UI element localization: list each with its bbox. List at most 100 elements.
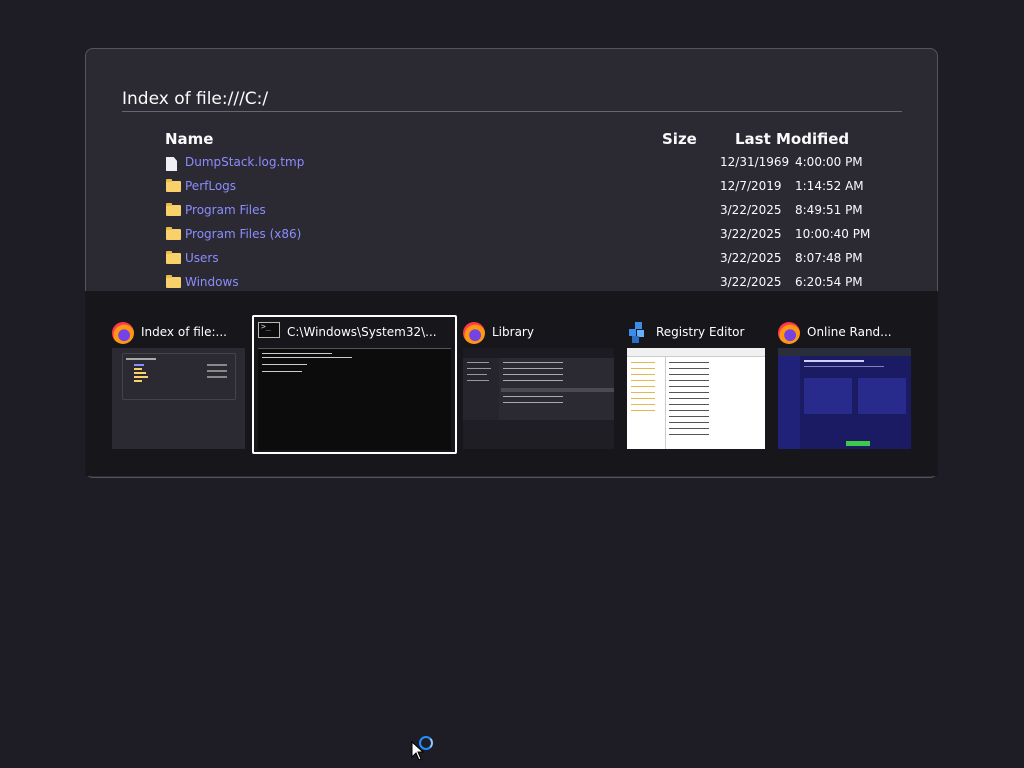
task-label: Index of file:... bbox=[141, 325, 227, 339]
thumbnail-line bbox=[467, 380, 489, 381]
thumbnail-line bbox=[467, 368, 491, 369]
folder-link[interactable]: Program Files bbox=[185, 203, 266, 217]
task-label: Library bbox=[492, 325, 534, 339]
thumbnail-line bbox=[503, 368, 563, 369]
thumbnail-line bbox=[669, 380, 709, 381]
thumbnail-menubar bbox=[627, 348, 765, 357]
thumbnail-line bbox=[631, 374, 655, 375]
firefox-icon bbox=[463, 322, 485, 344]
thumbnail-line bbox=[631, 398, 655, 399]
folder-link[interactable]: Users bbox=[185, 251, 219, 265]
thumbnail-details-pane bbox=[463, 420, 614, 449]
folder-link[interactable]: PerfLogs bbox=[185, 179, 236, 193]
thumbnail-line bbox=[503, 374, 563, 375]
firefox-icon bbox=[778, 322, 800, 344]
window-thumbnail[interactable] bbox=[778, 348, 911, 449]
registry-icon-block bbox=[629, 329, 636, 336]
thumbnail-line bbox=[669, 368, 709, 369]
thumbnail-line bbox=[207, 370, 227, 372]
row-date: 3/22/2025 bbox=[720, 203, 782, 217]
row-time: 10:00:40 PM bbox=[795, 227, 871, 241]
thumbnail-line bbox=[503, 396, 563, 397]
page-title: Index of file:///C:/ bbox=[122, 89, 269, 109]
thumbnail-line bbox=[669, 392, 709, 393]
desktop: Index of file:///C:/ Name Size Last Modi… bbox=[0, 0, 1024, 768]
thumbnail-line bbox=[503, 380, 563, 381]
row-time: 6:20:54 PM bbox=[795, 275, 863, 289]
folder-icon bbox=[166, 203, 181, 216]
folder-link[interactable]: Windows bbox=[185, 275, 239, 289]
row-time: 1:14:52 AM bbox=[795, 179, 864, 193]
thumbnail-line bbox=[669, 422, 709, 423]
folder-icon bbox=[166, 275, 181, 288]
thumbnail-panel bbox=[858, 378, 906, 414]
file-link[interactable]: DumpStack.log.tmp bbox=[185, 155, 304, 169]
thumbnail-toolbar bbox=[463, 348, 614, 358]
registry-editor-icon bbox=[627, 322, 649, 344]
row-date: 3/22/2025 bbox=[720, 275, 782, 289]
thumbnail-line bbox=[631, 368, 655, 369]
column-header-name[interactable]: Name bbox=[165, 130, 213, 148]
thumbnail-line bbox=[669, 434, 709, 435]
registry-icon-block bbox=[632, 336, 639, 343]
row-date: 12/31/1969 bbox=[720, 155, 790, 169]
firefox-icon bbox=[112, 322, 134, 344]
thumbnail-line bbox=[134, 380, 142, 382]
thumbnail-line bbox=[207, 364, 227, 366]
window-thumbnail[interactable] bbox=[112, 348, 245, 449]
thumbnail-line bbox=[669, 374, 709, 375]
table-row: Program Files (x86) 3/22/2025 10:00:40 P… bbox=[86, 223, 937, 247]
row-date: 12/7/2019 bbox=[720, 179, 782, 193]
thumbnail-button bbox=[846, 441, 870, 446]
thumbnail-sidebar bbox=[778, 356, 800, 449]
row-date: 3/22/2025 bbox=[720, 227, 782, 241]
table-row: Program Files 3/22/2025 8:49:51 PM bbox=[86, 199, 937, 223]
thumbnail-line bbox=[669, 362, 709, 363]
folder-icon bbox=[166, 227, 181, 240]
thumbnail-line bbox=[669, 386, 709, 387]
window-thumbnail[interactable] bbox=[627, 348, 765, 449]
thumbnail-line bbox=[669, 410, 709, 411]
thumbnail-selected-row bbox=[501, 388, 614, 392]
thumbnail-line bbox=[631, 386, 655, 387]
folder-icon bbox=[166, 251, 181, 264]
thumbnail-line bbox=[631, 392, 655, 393]
thumbnail-line bbox=[134, 372, 146, 374]
thumbnail-line bbox=[631, 410, 655, 411]
thumbnail-line bbox=[669, 404, 709, 405]
thumbnail-line bbox=[503, 402, 563, 403]
window-thumbnail[interactable] bbox=[463, 348, 614, 449]
thumbnail-line bbox=[134, 364, 144, 366]
thumbnail-line bbox=[669, 416, 709, 417]
column-header-last-modified[interactable]: Last Modified bbox=[735, 130, 849, 148]
registry-icon-block bbox=[635, 322, 642, 329]
task-label: Registry Editor bbox=[656, 325, 745, 339]
thumbnail-line bbox=[669, 398, 709, 399]
thumbnail-line bbox=[669, 428, 709, 429]
row-time: 8:07:48 PM bbox=[795, 251, 863, 265]
thumbnail-toolbar bbox=[778, 348, 911, 356]
thumbnail-line bbox=[126, 358, 156, 360]
thumbnail-line bbox=[467, 374, 487, 375]
file-icon bbox=[166, 157, 177, 171]
selection-highlight bbox=[252, 315, 457, 454]
table-row: DumpStack.log.tmp 12/31/1969 4:00:00 PM bbox=[86, 151, 937, 175]
column-header-size[interactable]: Size bbox=[662, 130, 697, 148]
thumbnail-line bbox=[631, 362, 655, 363]
thumbnail-line bbox=[207, 376, 227, 378]
thumbnail-line bbox=[503, 362, 563, 363]
thumbnail-panel bbox=[804, 378, 852, 414]
row-time: 4:00:00 PM bbox=[795, 155, 863, 169]
thumbnail-line bbox=[134, 368, 142, 370]
thumbnail-splitter bbox=[665, 356, 666, 449]
thumbnail-line bbox=[631, 404, 655, 405]
thumbnail-line bbox=[134, 376, 148, 378]
row-date: 3/22/2025 bbox=[720, 251, 782, 265]
folder-link[interactable]: Program Files (x86) bbox=[185, 227, 301, 241]
thumbnail-line bbox=[804, 360, 864, 362]
folder-icon bbox=[166, 179, 181, 192]
row-time: 8:49:51 PM bbox=[795, 203, 863, 217]
table-row: Users 3/22/2025 8:07:48 PM bbox=[86, 247, 937, 271]
title-divider bbox=[122, 111, 902, 112]
table-row: PerfLogs 12/7/2019 1:14:52 AM bbox=[86, 175, 937, 199]
